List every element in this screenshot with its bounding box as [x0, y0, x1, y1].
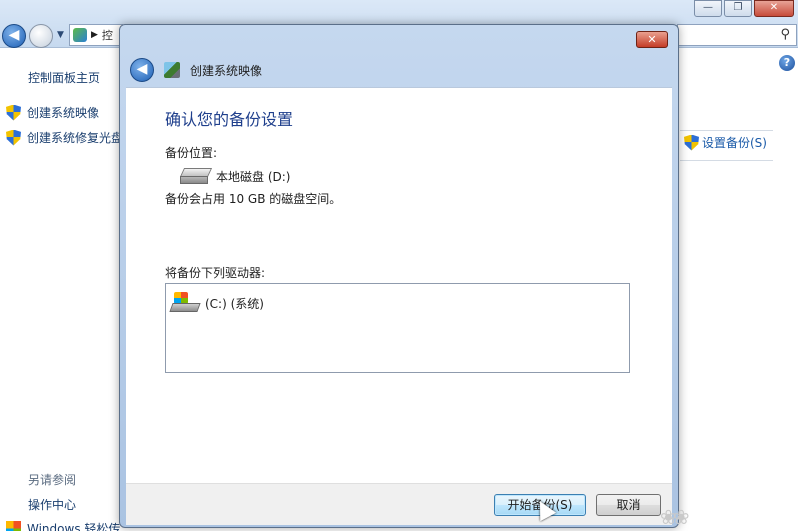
- hard-drive-icon: [179, 168, 213, 185]
- divider: [680, 160, 773, 161]
- sidebar-home-link[interactable]: 控制面板主页: [28, 69, 100, 86]
- system-image-icon: [164, 62, 180, 78]
- dialog-title: 创建系统映像: [190, 63, 263, 78]
- list-item: (C:) (系统): [169, 292, 264, 314]
- divider: [680, 130, 773, 131]
- address-bar[interactable]: ▶ 控: [69, 24, 123, 46]
- search-input[interactable]: ⚲: [677, 24, 797, 46]
- address-text: 控: [101, 29, 113, 42]
- shield-icon: [6, 129, 21, 146]
- dialog-header: ◀ 创建系统映像: [126, 53, 672, 87]
- drive-label: 本地磁盘 (D:): [216, 170, 291, 184]
- help-icon[interactable]: ?: [779, 55, 795, 71]
- paw-watermark-icon: ❀❀: [660, 505, 690, 529]
- sidebar-item-label: 创建系统映像: [27, 106, 100, 120]
- backup-location-drive: 本地磁盘 (D:): [179, 168, 291, 185]
- shield-icon: [684, 134, 699, 151]
- drives-list: (C:) (系统): [165, 283, 630, 373]
- action-center-link[interactable]: 操作中心: [28, 496, 76, 513]
- forward-button[interactable]: [29, 24, 53, 48]
- windows-logo-icon: [6, 521, 21, 531]
- chevron-right-icon[interactable]: ▶: [91, 30, 98, 40]
- dialog-close-button[interactable]: ✕: [636, 31, 668, 48]
- shield-icon: [6, 104, 21, 121]
- windows-easy-transfer-link[interactable]: Windows 轻松传: [6, 520, 120, 531]
- cancel-button[interactable]: 取消: [596, 494, 661, 516]
- setup-backup-link[interactable]: 设置备份(S): [684, 134, 767, 151]
- maximize-button[interactable]: ❐: [724, 0, 752, 17]
- minimize-button[interactable]: —: [694, 0, 722, 17]
- sidebar-item-create-repair-disc[interactable]: 创建系统修复光盘: [6, 129, 123, 146]
- search-icon[interactable]: ⚲: [780, 27, 790, 42]
- window-controls: — ❐ ✕: [692, 0, 794, 17]
- dialog-footer: 开始备份(S) 取消: [126, 483, 672, 525]
- control-panel-icon: [73, 28, 87, 42]
- close-window-button[interactable]: ✕: [754, 0, 794, 17]
- back-button[interactable]: ◀: [2, 24, 26, 48]
- sidebar-item-create-system-image[interactable]: 创建系统映像: [6, 104, 99, 121]
- see-also-heading: 另请参阅: [28, 473, 77, 487]
- drives-label: 将备份下列驱动器:: [165, 266, 266, 280]
- sidebar-item-label: 创建系统修复光盘: [27, 131, 124, 145]
- drive-label: (C:) (系统): [205, 296, 264, 311]
- dialog-body: 确认您的备份设置 备份位置: 本地磁盘 (D:) 备份会占用 10 GB 的磁盘…: [126, 87, 672, 483]
- backup-size-text: 备份会占用 10 GB 的磁盘空间。: [165, 192, 342, 206]
- sidebar: 控制面板主页 创建系统映像 创建系统修复光盘 另请参阅 操作中心 Windows…: [0, 49, 123, 531]
- backup-location-label: 备份位置:: [165, 146, 218, 160]
- system-drive-icon: [169, 292, 201, 314]
- create-system-image-dialog: ✕ ◀ 创建系统映像 确认您的备份设置 备份位置: 本地磁盘 (D:) 备份会占…: [119, 24, 679, 528]
- page-title: 确认您的备份设置: [165, 110, 294, 129]
- dialog-back-button[interactable]: ◀: [130, 58, 154, 82]
- history-dropdown-icon[interactable]: ▼: [57, 30, 64, 40]
